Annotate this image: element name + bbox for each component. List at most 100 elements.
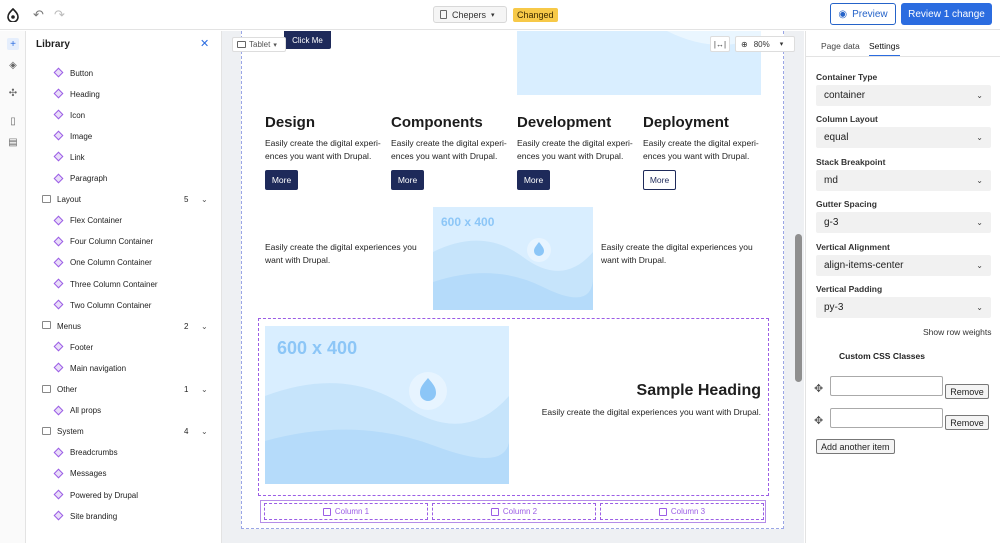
item-label: Powered by Drupal [70,490,139,500]
more-button[interactable]: More [265,170,298,190]
drag-handle-icon[interactable]: ✥ [814,382,823,395]
item-label: Image [70,131,93,141]
components-icon[interactable]: ✣ [7,87,19,99]
library-item[interactable]: Breadcrumbs [26,444,221,462]
remove-button-1[interactable]: Remove [945,384,989,399]
more-button[interactable]: More [643,170,676,190]
field-select[interactable]: container ⌄ [816,85,991,106]
library-item[interactable]: Button [26,64,221,82]
file-icon[interactable]: ▯ [7,115,19,127]
column-slot[interactable]: Column 1 [264,503,428,520]
tab-settings[interactable]: Settings [869,41,900,57]
image-placeholder-small[interactable]: 600 x 400 [433,207,593,310]
column-label: Column 1 [334,507,370,516]
chevron-down-icon[interactable]: ⌄ [201,195,208,204]
library-item[interactable]: Image [26,127,221,145]
field-select[interactable]: g-3 ⌄ [816,212,991,234]
library-group[interactable]: Other 1 ⌄ [26,381,221,399]
folder-icon [42,321,51,330]
library-group[interactable]: Menus 2 ⌄ [26,317,221,335]
page-canvas[interactable]: Click Me Design Easily create the digital… [241,31,784,529]
drag-handle-icon[interactable]: ✥ [814,414,823,427]
library-item[interactable]: Heading [26,85,221,103]
chevron-down-icon: ⌄ [976,218,983,228]
library-item[interactable]: Link [26,148,221,166]
css-class-input-1[interactable] [830,376,943,396]
library-item[interactable]: Main navigation [26,359,221,377]
component-icon [53,278,64,289]
field-label: Vertical Padding [816,284,883,294]
item-label: Paragraph [70,174,108,183]
field-select[interactable]: align-items-center ⌄ [816,254,991,276]
library-item[interactable]: All props [26,402,221,420]
more-button[interactable]: More [391,170,424,190]
more-button[interactable]: More [517,170,550,190]
preview-button[interactable]: ◉ Preview [830,3,896,25]
library-item[interactable]: Icon [26,106,221,124]
component-icon [53,236,64,247]
image-placeholder-large[interactable]: 600 x 400 [265,326,509,484]
library-item[interactable]: One Column Container [26,254,221,272]
tab-page-data[interactable]: Page data [821,41,860,51]
library-item[interactable]: Paragraph [26,170,221,188]
zoom-control[interactable]: ⊕ 80% ▾ [735,36,795,52]
redo-icon[interactable]: ↷ [54,7,65,23]
field-select[interactable]: py-3 ⌄ [816,297,991,318]
library-item[interactable]: Footer [26,338,221,356]
click-me-button[interactable]: Click Me [284,31,331,49]
viewport-selector[interactable]: Tablet ▾ [232,37,286,52]
column-slot[interactable]: Column 2 [432,503,596,520]
library-item[interactable]: Four Column Container [26,233,221,251]
show-row-weights-link[interactable]: Show row weights [923,327,992,337]
review-changes-button[interactable]: Review 1 change [901,3,992,25]
group-count: 1 [184,385,189,394]
folder-icon [42,384,51,393]
add-another-item-button[interactable]: Add another item [816,439,895,454]
column-slot[interactable]: Column 3 [600,503,764,520]
library-panel: Library ✕ Button Heading Icon Image Link Para… [26,31,222,543]
card-text: Easily create the digital experi-ences y… [265,138,381,161]
library-item[interactable]: Two Column Container [26,296,221,314]
undo-icon[interactable]: ↶ [33,7,44,23]
field-select[interactable]: equal ⌄ [816,127,991,149]
layers-icon[interactable]: ◈ [7,59,19,71]
item-label: Site branding [70,511,118,521]
chevron-down-icon[interactable]: ⌄ [201,385,208,394]
group-label: Other [57,385,78,394]
page-selector[interactable]: Chepers ▾ [433,6,507,23]
component-icon [53,130,64,141]
component-icon [53,173,64,183]
add-icon[interactable]: + [7,38,19,50]
library-item[interactable]: Messages [26,465,221,483]
css-class-input-2[interactable] [830,408,943,428]
chevron-down-icon[interactable]: ⌄ [201,322,208,331]
item-label: Breadcrumbs [70,448,118,458]
card-title: Deployment [643,114,729,131]
field-label: Vertical Alignment [816,241,890,252]
field-label: Container Type [816,72,878,82]
library-group[interactable]: Layout 5 ⌄ [26,191,221,209]
library-item[interactable]: Powered by Drupal [26,486,221,504]
chevron-down-icon: ▾ [491,11,495,19]
card-title: Development [517,114,612,131]
card-title: Components [391,114,483,131]
item-label: Heading [70,89,100,99]
library-item[interactable]: Three Column Container [26,275,221,293]
library-group[interactable]: System 4 ⌄ [26,423,221,441]
library-item[interactable]: Site branding [26,507,221,525]
column-icon [322,507,331,516]
remove-button-2[interactable]: Remove [945,415,989,430]
fit-width-icon[interactable]: |↔| [710,36,730,52]
close-icon[interactable]: ✕ [200,37,209,50]
component-icon [53,447,64,458]
chevron-down-icon: ⌄ [976,260,983,270]
library-icon[interactable]: ▤ [7,136,19,148]
canvas-scrollbar[interactable] [795,234,802,382]
chevron-down-icon[interactable]: ⌄ [201,427,208,436]
drupal-logo-icon[interactable] [7,8,19,22]
library-item[interactable]: Flex Container [26,212,221,230]
select-value: g-3 [824,217,839,229]
zoom-level: 80% [753,39,770,49]
field-select[interactable]: md ⌄ [816,169,991,191]
card-title: Design [265,114,316,131]
